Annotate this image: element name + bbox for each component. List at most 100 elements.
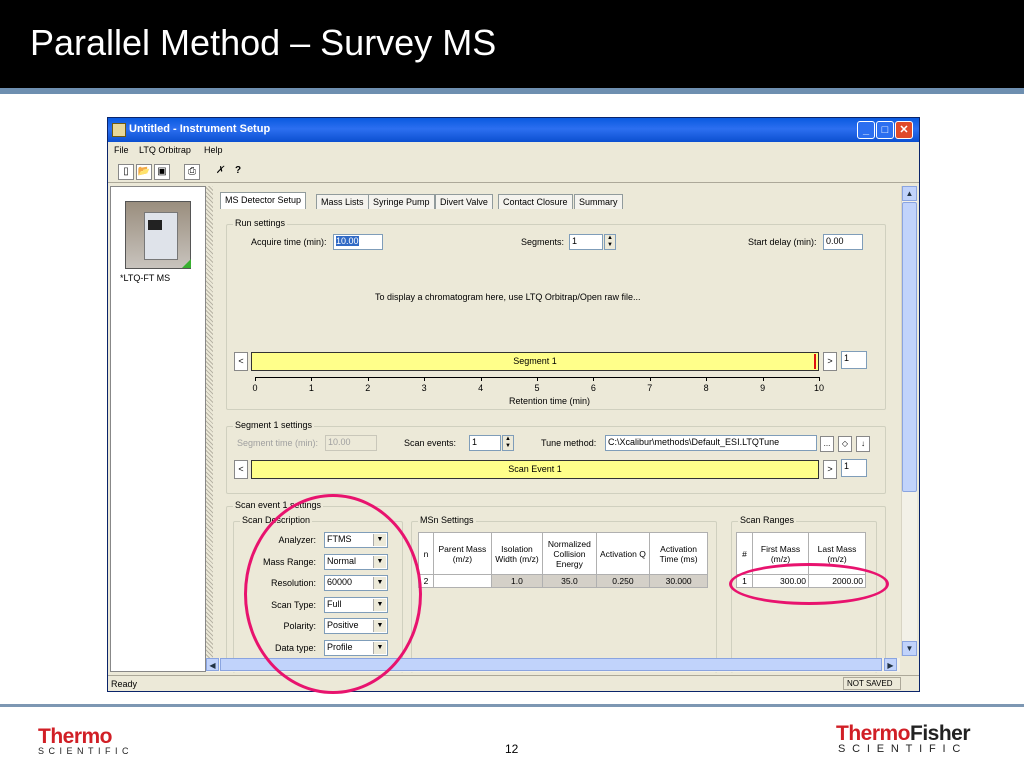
page-number: 12 — [505, 742, 519, 756]
cut-icon[interactable]: ✗ — [212, 164, 228, 180]
highlight-ring-scan-description — [244, 494, 422, 694]
slide-header: Parallel Method – Survey MS — [0, 0, 1024, 88]
maximize-button[interactable]: □ — [876, 121, 894, 139]
msn-cell-isolation-width[interactable]: 1.0 — [490, 574, 544, 588]
instrument-list: *LTQ-FT MS — [110, 186, 206, 672]
menu-help[interactable]: Help — [204, 145, 223, 155]
table-row[interactable]: 2 1.0 35.0 0.250 30.000 — [418, 574, 708, 588]
msn-cell-parent-mass[interactable] — [432, 574, 492, 588]
pane-splitter[interactable] — [206, 186, 213, 672]
status-text: Ready — [111, 679, 138, 689]
acquire-time-input[interactable]: 10.00 — [333, 234, 383, 250]
scan-event-1-bar[interactable]: Scan Event 1 — [251, 460, 819, 479]
tune-method-input[interactable]: C:\Xcalibur\methods\Default_ESI.LTQTune — [605, 435, 817, 451]
ranges-header-index: # — [736, 532, 753, 575]
scroll-down-icon[interactable]: ▼ — [902, 641, 917, 656]
menu-file[interactable]: File — [114, 145, 129, 155]
msn-cell-activation-time[interactable]: 30.000 — [649, 574, 708, 588]
msn-header-collision-energy: Normalized Collision Energy — [542, 532, 597, 575]
time-axis-tick-label: 0 — [252, 383, 258, 393]
open-folder-icon[interactable]: 📂 — [136, 164, 152, 180]
time-axis-tick-label: 1 — [308, 383, 314, 393]
minimize-button[interactable]: _ — [857, 121, 875, 139]
segment-settings-group: Segment 1 settings Segment time (min): 1… — [226, 420, 886, 494]
status-arrow-icon — [182, 259, 191, 268]
msn-cell-collision-energy[interactable]: 35.0 — [542, 574, 597, 588]
time-axis-tick — [762, 377, 764, 381]
segment-prev-button[interactable]: < — [234, 352, 248, 371]
print-icon[interactable]: ⎙ — [184, 164, 200, 180]
time-axis-tick — [819, 377, 820, 381]
time-axis-tick-label: 8 — [703, 383, 709, 393]
scroll-right-icon[interactable]: ▶ — [884, 658, 897, 671]
tab-ms-detector-setup[interactable]: MS Detector Setup — [220, 192, 307, 209]
header-rule — [0, 88, 1024, 94]
tab-contact-closure[interactable]: Contact Closure — [498, 194, 573, 209]
tab-mass-lists[interactable]: Mass Lists — [316, 194, 369, 209]
msn-header-activation-time: Activation Time (ms) — [649, 532, 708, 575]
close-button[interactable]: ✕ — [895, 121, 913, 139]
tune-options-icon[interactable]: ◇ — [838, 436, 852, 452]
segment-next-button[interactable]: > — [823, 352, 837, 371]
msn-header-n: n — [418, 532, 434, 575]
time-axis-tick-label: 2 — [365, 383, 371, 393]
menu-bar: File LTQ Orbitrap Help — [108, 143, 919, 158]
tune-method-label: Tune method: — [541, 438, 597, 448]
segment-1-bar[interactable]: Segment 1 — [251, 352, 819, 371]
scroll-left-icon[interactable]: ◀ — [206, 658, 219, 671]
run-settings-title: Run settings — [233, 218, 288, 228]
time-axis-tick-label: 4 — [478, 383, 484, 393]
start-delay-label: Start delay (min): — [748, 237, 817, 247]
segments-input[interactable]: 1 — [569, 234, 603, 250]
time-axis-tick — [649, 377, 651, 381]
start-delay-input[interactable]: 0.00 — [823, 234, 863, 250]
instrument-label[interactable]: *LTQ-FT MS — [120, 273, 170, 283]
time-axis-tick — [593, 377, 595, 381]
tune-load-icon[interactable]: ↓ — [856, 436, 870, 452]
menu-ltq-orbitrap[interactable]: LTQ Orbitrap — [139, 145, 191, 155]
msn-cell-activation-q[interactable]: 0.250 — [595, 574, 651, 588]
browse-tune-button[interactable]: ... — [820, 436, 834, 452]
msn-settings-title: MSn Settings — [418, 515, 476, 525]
tab-syringe-pump[interactable]: Syringe Pump — [368, 194, 435, 209]
time-axis-tick — [480, 377, 482, 381]
tab-divert-valve[interactable]: Divert Valve — [435, 194, 493, 209]
new-file-icon[interactable]: ▯ — [118, 164, 134, 180]
time-axis-tick-label: 7 — [647, 383, 653, 393]
event-prev-button[interactable]: < — [234, 460, 248, 479]
segments-label: Segments: — [521, 237, 565, 247]
scan-events-spinner[interactable]: ▲ ▼ — [502, 435, 514, 451]
window-title: Untitled - Instrument Setup — [129, 123, 271, 135]
ltq-ft-instrument-icon[interactable] — [125, 201, 191, 269]
scan-events-input[interactable]: 1 — [469, 435, 501, 451]
msn-header-isolation-width: Isolation Width (m/z) — [490, 532, 544, 575]
save-status: NOT SAVED — [843, 677, 901, 690]
scroll-up-icon[interactable]: ▲ — [902, 186, 917, 201]
instrument-setup-window: Untitled - Instrument Setup _ □ ✕ File L… — [107, 117, 920, 692]
thermo-logo-subtitle: SCIENTIFIC — [38, 746, 134, 756]
event-index-field[interactable]: 1 — [841, 459, 867, 477]
time-axis-tick — [255, 377, 256, 381]
time-axis-tick — [424, 377, 426, 381]
tab-summary[interactable]: Summary — [574, 194, 623, 209]
vertical-scroll-thumb[interactable] — [902, 202, 917, 492]
footer-rule — [0, 704, 1024, 707]
segments-spinner[interactable]: ▲ ▼ — [604, 234, 616, 250]
time-axis-tick-label: 6 — [590, 383, 596, 393]
scan-ranges-title: Scan Ranges — [738, 515, 797, 525]
chromatogram-hint: To display a chromatogram here, use LTQ … — [375, 292, 641, 302]
time-axis-label: Retention time (min) — [509, 396, 591, 406]
toolbar: ▯ 📂 ▣ ⎙ ✗ ? — [108, 161, 919, 183]
msn-header-parent-mass: Parent Mass (m/z) — [432, 532, 492, 575]
time-axis-tick-label: 9 — [760, 383, 766, 393]
vertical-scrollbar[interactable]: ▲ ▼ — [901, 186, 917, 656]
segment-settings-title: Segment 1 settings — [233, 420, 315, 430]
help-icon[interactable]: ? — [230, 164, 246, 180]
event-next-button[interactable]: > — [823, 460, 837, 479]
run-settings-group: Run settings Acquire time (min): 10.00 S… — [226, 218, 886, 410]
segment-end-marker[interactable] — [814, 354, 816, 369]
window-titlebar[interactable]: Untitled - Instrument Setup _ □ ✕ — [108, 118, 919, 142]
highlight-ring-scan-ranges — [729, 563, 889, 605]
segment-index-field[interactable]: 1 — [841, 351, 867, 369]
save-icon[interactable]: ▣ — [154, 164, 170, 180]
